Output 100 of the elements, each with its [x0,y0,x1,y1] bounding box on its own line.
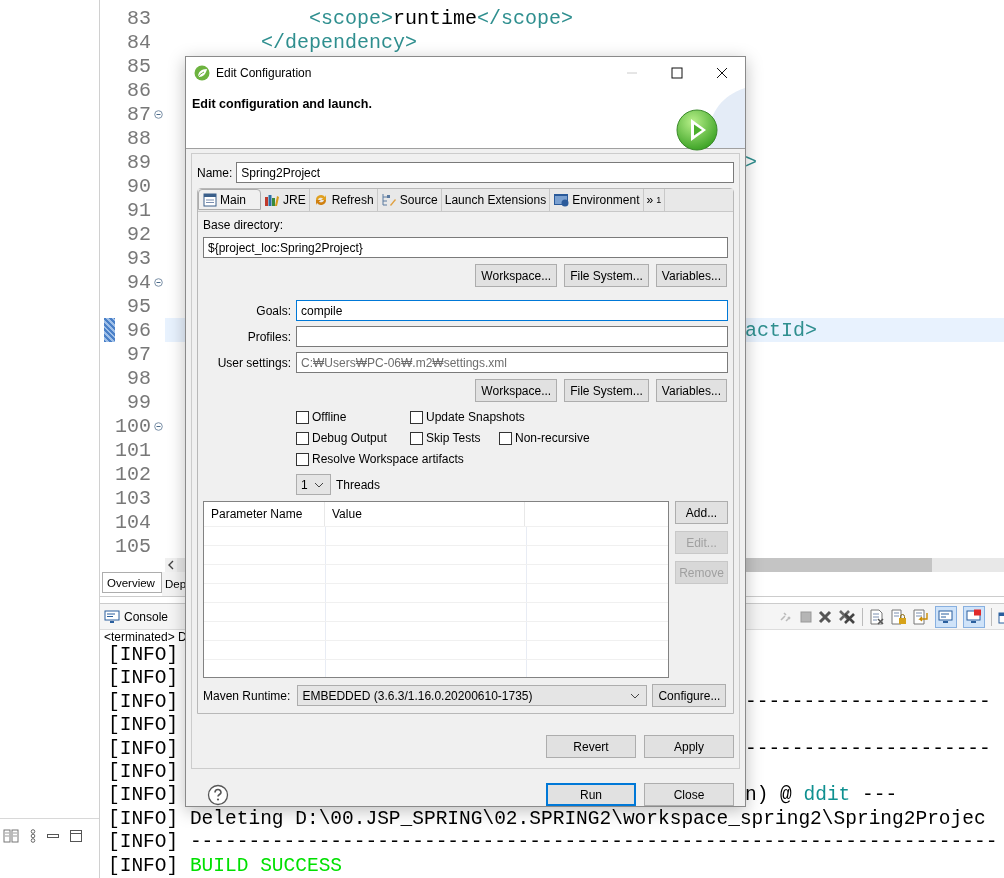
browse-button[interactable]: Workspace... [475,379,558,402]
config-tab[interactable]: Environment [550,189,644,211]
name-field[interactable]: Spring2Project [236,162,734,183]
line-number: 92 [126,222,151,246]
checkbox-option[interactable]: Non-recursive [499,430,590,446]
console-icon [104,609,120,624]
checkbox-option[interactable]: Offline [296,409,410,425]
chevron-down-icon [314,481,324,488]
text-field[interactable]: C:₩Users₩PC-06₩.m2₩settings.xml [296,352,728,373]
line-number: 84 [126,30,151,54]
line-number: 96 [126,318,151,342]
line-number: 100 [115,414,151,438]
column-header[interactable]: Parameter Name [204,502,325,526]
line-number: 85 [126,54,151,78]
browse-button[interactable]: File System... [564,264,649,287]
console-line: [INFO] BUILD SUCCESS [108,854,343,878]
scroll-lock-icon[interactable] [891,608,907,625]
console-title: Console [124,609,169,624]
line-number: 105 [115,534,151,558]
console-line: [INFO] [108,690,179,713]
maven-runtime-label: Maven Runtime: [203,688,291,703]
line-number: 95 [126,294,151,318]
threads-label: Threads [336,477,381,492]
remove-icon[interactable] [818,609,832,624]
line-number: 102 [115,462,151,486]
line-number: 101 [115,438,151,462]
configure-button[interactable]: Configure... [652,684,727,707]
close-icon[interactable] [716,66,728,79]
remove-all-icon[interactable] [838,608,856,625]
console-text: --------------------- [745,737,991,762]
line-number: 93 [126,246,151,270]
line-number: 94 [126,270,151,294]
code-line: <scope>runtime</scope> [308,6,574,30]
console-line: [INFO] [108,761,179,784]
clear-console-icon[interactable] [869,608,885,625]
editor-tab[interactable]: Overview [102,572,162,593]
field-label: Goals: [255,303,291,318]
view-menu-icon[interactable] [30,829,36,843]
fold-icon[interactable] [153,109,163,119]
column-header[interactable]: Value [325,502,525,526]
chevron-down-icon [630,692,641,699]
console-toggle[interactable] [963,605,985,628]
browse-button[interactable]: Workspace... [475,264,558,287]
console-text: --------------------- [745,690,991,715]
checkbox-option[interactable]: Debug Output [296,430,410,446]
line-number: 89 [126,150,151,174]
console-line: [INFO] --------------------------------------------------------------------- [108,831,998,855]
minimize-icon[interactable] [47,834,59,838]
monitor-error-icon [966,608,982,625]
code-line: > [745,150,757,174]
base-directory-label: Base directory: [203,218,285,232]
console-line: [INFO] [108,714,179,737]
line-number: 103 [115,486,151,510]
line-number: 86 [126,78,151,102]
config-tab[interactable]: Main [198,189,261,210]
threads-select[interactable]: 1 [296,474,331,495]
field-label: User settings: [216,355,291,370]
line-number: 97 [126,342,151,366]
monitor-icon [938,608,954,625]
maven-runtime-select[interactable]: EMBEDDED (3.6.3/1.16.0.20200610-1735) [297,685,648,706]
config-tab[interactable]: Refresh [309,189,378,211]
config-tab[interactable]: JRE [261,189,310,211]
line-number: 83 [126,6,151,30]
code-line: </dependency> [260,30,418,54]
browse-button[interactable]: File System... [564,379,649,402]
config-tab[interactable]: Launch Extensions [441,189,551,211]
layout-icon[interactable] [3,829,19,843]
text-field[interactable] [296,326,728,347]
checkbox-option[interactable]: Update Snapshots [410,409,525,425]
text-field[interactable]: compile [296,300,728,321]
browse-button[interactable]: Variables... [655,379,727,402]
config-tab[interactable]: Source [377,189,442,211]
table-action-button[interactable]: Add... [675,501,728,524]
base-directory-field[interactable]: ${project_loc:Spring2Project} [203,237,728,258]
dialog-button[interactable]: Close [644,783,734,806]
line-number: 91 [126,198,151,222]
checkbox-option[interactable]: Skip Tests [410,430,499,446]
books-icon [264,193,280,207]
line-number: 87 [126,102,151,126]
leaf-icon [194,64,210,81]
console-text: n) @ ddit --- [745,784,898,808]
action-button[interactable]: Revert [546,735,636,758]
help-icon[interactable] [207,783,229,806]
console-line: [INFO] [108,784,179,807]
field-label: Profiles: [246,329,291,344]
console-line: [INFO] Deleting D:\00.JSP_SPRING\02.SPRING2\workspace_spring2\Spring2Projec [108,807,986,832]
console-toggle[interactable] [935,605,957,628]
line-number: 99 [126,390,151,414]
browse-button[interactable]: Variables... [655,264,727,287]
fold-icon[interactable] [153,421,163,431]
source-icon [380,193,397,207]
checkbox-option[interactable]: Resolve Workspace artifacts [296,451,464,467]
dialog-button[interactable]: Run [546,783,636,806]
environment-icon [553,193,570,207]
maximize-icon[interactable] [671,66,683,79]
fold-icon[interactable] [153,277,163,287]
word-wrap-icon[interactable] [913,608,929,625]
action-button[interactable]: Apply [644,735,734,758]
maximize-icon[interactable] [70,830,82,842]
console-tab[interactable]: Console [100,609,169,624]
